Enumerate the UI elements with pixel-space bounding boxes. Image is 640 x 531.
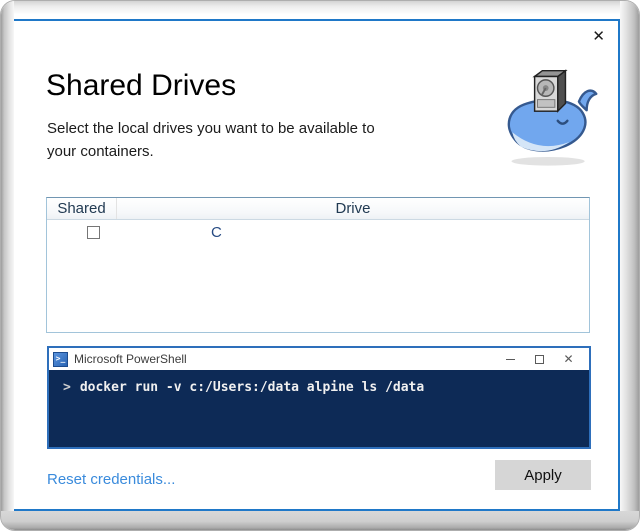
powershell-window-controls: ✕: [496, 350, 583, 368]
console-command: docker run -v c:/Users:/data alpine ls /…: [80, 380, 424, 395]
subtitle-line1: Select the local drives you want to be a…: [47, 120, 375, 137]
powershell-console: > docker run -v c:/Users:/data alpine ls …: [49, 370, 589, 447]
maximize-icon[interactable]: [525, 350, 554, 368]
drive-letter: C: [117, 224, 222, 241]
close-icon[interactable]: ✕: [554, 350, 583, 368]
powershell-titlebar: >_ Microsoft PowerShell ✕: [49, 348, 589, 370]
table-header-row: Shared Drive: [47, 198, 589, 220]
table-row: C: [47, 220, 589, 244]
window-chrome-top: [1, 1, 639, 19]
column-header-shared: Shared: [47, 198, 117, 219]
window-chrome-left: [1, 1, 14, 530]
window-chrome-bottom: [1, 511, 639, 530]
close-icon[interactable]: ✕: [592, 29, 605, 44]
console-prompt: >: [63, 380, 71, 395]
column-header-drive: Drive: [117, 198, 589, 219]
reset-credentials-link[interactable]: Reset credentials...: [47, 471, 175, 488]
minimize-icon[interactable]: [496, 350, 525, 368]
apply-button[interactable]: Apply: [495, 460, 591, 490]
powershell-window-title: Microsoft PowerShell: [74, 352, 496, 366]
subtitle-line2: your containers.: [47, 143, 154, 160]
dialog-subtitle: Select the local drives you want to be a…: [47, 117, 447, 163]
shared-drives-dialog: ✕ Shared Drives Select the local drives …: [14, 19, 620, 511]
settings-window: ✕ Shared Drives Select the local drives …: [0, 0, 640, 531]
window-chrome-right: [620, 1, 639, 530]
page-title: Shared Drives: [46, 69, 236, 103]
shared-cell: [47, 226, 117, 239]
powershell-window: >_ Microsoft PowerShell ✕ > docker run -v…: [47, 346, 591, 449]
docker-whale-icon: [498, 61, 604, 171]
powershell-icon: >_: [53, 352, 68, 367]
shared-drives-table: Shared Drive C: [46, 197, 590, 333]
share-drive-checkbox[interactable]: [87, 226, 100, 239]
